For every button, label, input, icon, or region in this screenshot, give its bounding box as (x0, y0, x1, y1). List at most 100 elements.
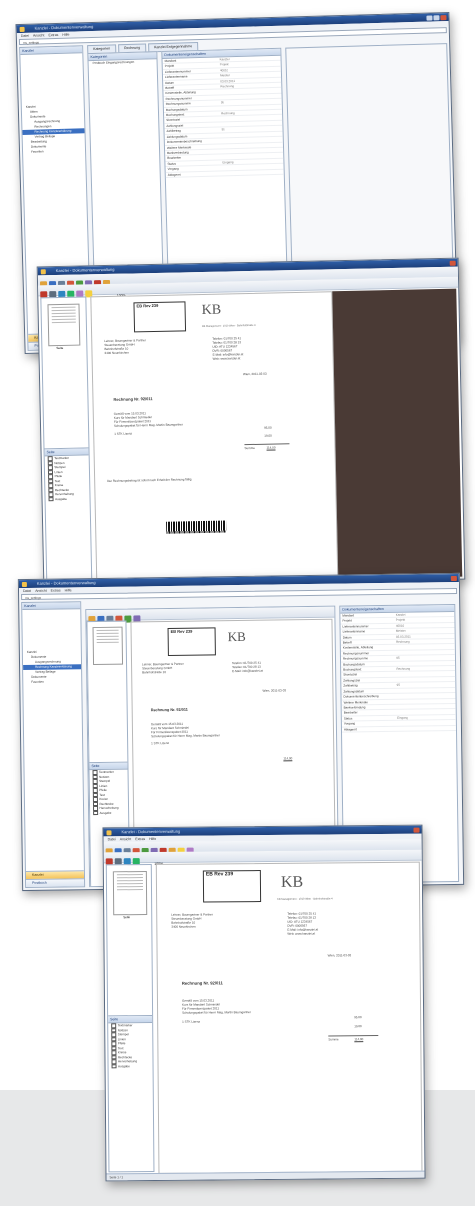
page-thumbnail[interactable] (47, 303, 81, 347)
property-value[interactable] (220, 155, 222, 159)
property-value[interactable]: 40010 (394, 624, 404, 629)
folder-tree: Kanzlei Dokumente Ausgangsrechnung Rechn… (23, 649, 82, 685)
close-icon[interactable] (440, 14, 447, 20)
property-value[interactable]: 03.03.2011 (218, 79, 235, 84)
list-item[interactable]: Postbuch Eingangsrechnungen (89, 59, 157, 66)
property-value[interactable]: 95 (220, 128, 225, 133)
property-value[interactable]: Eingang (395, 715, 408, 720)
property-value[interactable] (394, 661, 396, 665)
menu-item-hilfe[interactable]: Hilfe (65, 588, 72, 592)
property-value[interactable] (220, 149, 222, 153)
property-value[interactable] (395, 705, 397, 709)
property-value[interactable]: Rechnung (394, 640, 410, 645)
receipt-stamp: EB Rev 239 (167, 627, 216, 657)
property-label: Buchungstext (343, 667, 362, 672)
property-value[interactable]: 03.03.2011 (394, 634, 411, 639)
stamp-text: EB Rev 239 (205, 871, 234, 878)
property-value[interactable] (220, 144, 222, 148)
property-value[interactable]: Eingang (220, 160, 233, 165)
property-value[interactable]: 95 (394, 656, 399, 660)
viewer-app-icon (106, 829, 112, 835)
recipient-block: Lehner, Baumgartner & Partner Steuerberat… (104, 338, 146, 355)
property-value[interactable]: Meister (394, 629, 406, 634)
layer-checkbox[interactable]: Ausgabe (46, 496, 90, 501)
recipient-line: 3400 Neunkirchen (171, 924, 196, 929)
property-value[interactable] (395, 699, 397, 703)
property-label: Rechnungsnummer (342, 651, 370, 656)
close-icon[interactable] (413, 827, 420, 833)
property-value[interactable] (395, 694, 397, 698)
property-row[interactable]: Ablageort (341, 725, 457, 733)
property-label: Projekt (342, 618, 352, 623)
item-line: 1 STK Lizenz (151, 741, 170, 746)
property-label: Bankverbindung (343, 705, 366, 710)
property-value[interactable]: Rechnung (394, 667, 410, 672)
viewer-background (332, 288, 463, 580)
property-value[interactable] (219, 117, 221, 121)
body-block: Gemäß vom 15.03.2011 Kurs für Mandant Sch… (114, 410, 183, 436)
property-value[interactable]: Meister (218, 73, 230, 78)
page-thumbnail[interactable] (92, 626, 124, 666)
body-line: Schulungspaket für Herrn Mag. Martin Bau… (151, 733, 220, 739)
property-value[interactable] (221, 171, 223, 175)
property-value[interactable] (395, 678, 397, 682)
layer-checkbox[interactable]: Ausgabe (90, 811, 128, 816)
tree-item[interactable]: Favoriten (23, 148, 85, 155)
menu-item-ansicht[interactable]: Ansicht (120, 837, 132, 841)
properties-grid: Mandant Kanzlei Projekt Projekt Lieferantenn… (162, 55, 284, 178)
property-value[interactable]: Kanzlei (394, 613, 406, 618)
property-value[interactable] (219, 95, 221, 99)
property-value[interactable]: Projekt (394, 618, 405, 623)
property-value[interactable]: Rechnung (218, 84, 234, 89)
nav-button-postbuch[interactable]: Postbuch (26, 878, 85, 888)
property-value[interactable] (220, 133, 222, 137)
recipient-block: Lehner, Baumgartner & Partner Steuerberat… (171, 912, 213, 928)
menu-item-ansicht[interactable]: Ansicht (33, 33, 45, 37)
menu-item-hilfe[interactable]: Hilfe (62, 33, 69, 37)
menu-item-extras[interactable]: Extras (51, 589, 61, 593)
menu-item-datei[interactable]: Datei (21, 34, 29, 38)
layer-checkbox[interactable]: Ausgabe (109, 1064, 153, 1069)
property-value[interactable]: 40010 (218, 68, 228, 73)
contact-block: Telefon: 01/700 25 41 Telefax: 01/700 28 … (232, 661, 263, 673)
property-label: Skontoziel (343, 672, 358, 678)
tree-item[interactable]: Favoriten (23, 679, 81, 685)
close-icon[interactable] (449, 260, 456, 266)
property-label: Ablageort (343, 726, 357, 732)
menu-item-extras[interactable]: Extras (135, 837, 145, 841)
property-value[interactable] (395, 689, 397, 693)
property-value[interactable] (394, 672, 396, 676)
close-icon[interactable] (450, 575, 457, 581)
property-value[interactable]: 95 (395, 683, 400, 687)
property-value[interactable] (395, 726, 397, 730)
property-value[interactable] (394, 645, 396, 649)
stamp-text: EB Rev 239 (170, 628, 193, 634)
property-label: Status (343, 716, 353, 721)
minimize-icon[interactable] (426, 14, 433, 21)
property-value[interactable] (395, 710, 397, 714)
property-value[interactable] (395, 721, 397, 725)
menu-item-datei[interactable]: Datei (23, 589, 31, 593)
property-value[interactable] (218, 90, 220, 94)
menu-item-extras[interactable]: Extras (48, 33, 58, 37)
property-value[interactable]: Kanzlei (218, 57, 230, 62)
menu-item-datei[interactable]: Datei (108, 837, 116, 841)
maximize-icon[interactable] (433, 14, 440, 20)
property-value[interactable] (219, 122, 221, 126)
menu-item-hilfe[interactable]: Hilfe (149, 837, 156, 841)
footer-note: Der Rechnungsbetrag ist sofort nach Erha… (107, 477, 193, 484)
property-label: Kostenstelle, Abteilung (342, 645, 374, 651)
property-value[interactable]: 95 (219, 101, 224, 106)
property-value[interactable] (221, 166, 223, 170)
property-value[interactable] (220, 138, 222, 142)
item-line: 1 STK Lizenz (114, 431, 133, 436)
nav-panel: Kanzlei Kanzlei Dokumente Ausgangsrechnu… (21, 601, 86, 889)
property-label: Lieferantenname (342, 629, 366, 634)
property-value[interactable] (394, 651, 396, 655)
property-label: Lieferantennummer (342, 624, 369, 629)
page-thumbnail[interactable] (112, 871, 148, 916)
property-value[interactable]: Rechnung (219, 111, 235, 116)
menu-item-ansicht[interactable]: Ansicht (35, 589, 47, 593)
property-value[interactable] (219, 106, 221, 110)
property-value[interactable]: Projekt (218, 63, 229, 68)
